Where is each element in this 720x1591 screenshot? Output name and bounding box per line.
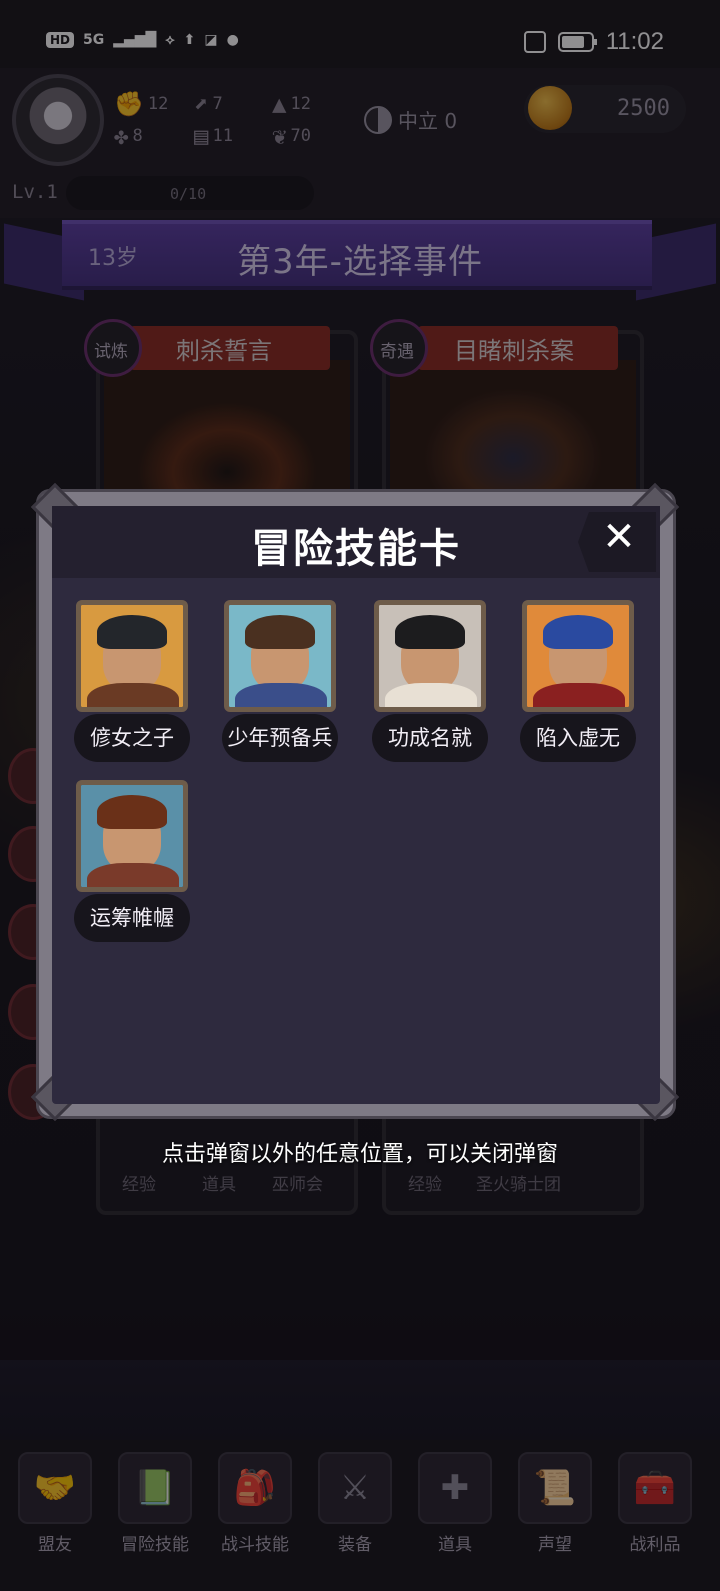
skill-portrait <box>76 780 188 892</box>
portrait-body <box>533 683 625 707</box>
modal-title: 冒险技能卡 <box>251 526 461 572</box>
portrait-hair <box>97 615 167 649</box>
skill-name: 功成名就 <box>372 714 488 762</box>
portrait-hair <box>543 615 613 649</box>
skill-portrait <box>76 600 188 712</box>
skill-portrait <box>374 600 486 712</box>
skill-name: 运筹帷幄 <box>74 894 190 942</box>
portrait-body <box>385 683 477 707</box>
skill-portrait <box>522 600 634 712</box>
portrait-body <box>87 683 179 707</box>
skill-name: 偐女之子 <box>74 714 190 762</box>
close-icon[interactable]: ✕ <box>594 514 644 560</box>
close-hint: 点击弹窗以外的任意位置，可以关闭弹窗 <box>161 1142 558 1167</box>
portrait-hair <box>395 615 465 649</box>
portrait-hair <box>97 795 167 829</box>
skill-portrait <box>224 600 336 712</box>
skill-name: 陷入虚无 <box>520 714 636 762</box>
portrait-body <box>235 683 327 707</box>
skill-name: 少年预备兵 <box>222 714 338 762</box>
portrait-hair <box>245 615 315 649</box>
portrait-body <box>87 863 179 887</box>
